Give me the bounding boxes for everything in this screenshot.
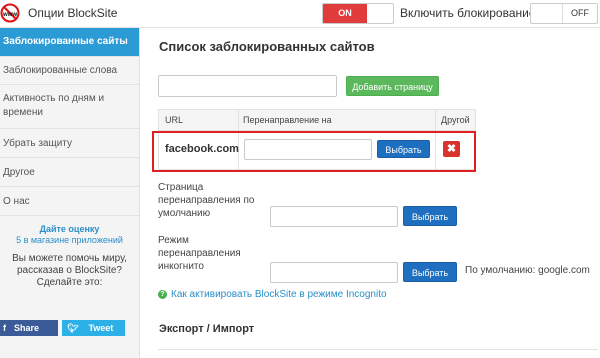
tweet-button-label: Tweet [88, 323, 114, 333]
sidebar-item-blocked-words[interactable]: Заблокированные слова [0, 57, 139, 85]
column-header-other: Другой [441, 115, 470, 125]
table-header: URL Перенаправление на Другой [159, 110, 475, 131]
facebook-icon: f [3, 323, 6, 333]
help-icon: ? [158, 289, 167, 299]
sidebar-item-about[interactable]: О нас [0, 187, 139, 216]
help-promo-text: Вы можете помочь миру, рассказав о Block… [12, 253, 127, 288]
top-bar: www Опции BlockSite ON Включить блокиров… [0, 0, 600, 28]
toggle-on-label: ON [323, 4, 367, 23]
svg-text:www: www [2, 12, 17, 18]
default-redirect-input[interactable] [270, 206, 398, 227]
app-title: Опции BlockSite [28, 6, 118, 20]
incognito-redirect-label: Режим перенаправления инкогнито [158, 235, 241, 272]
column-header-redirect: Перенаправление на [243, 115, 332, 125]
incognito-default-hint: По умолчанию: google.com [465, 265, 590, 276]
default-redirect-choose-button[interactable]: Выбрать [403, 206, 457, 226]
highlight-frame [152, 131, 476, 172]
add-site-input[interactable] [158, 75, 337, 97]
sidebar: Заблокированные сайты Заблокированные сл… [0, 28, 140, 358]
twitter-icon: 🐦︎ [67, 323, 79, 333]
share-button-label: Share [14, 323, 40, 333]
sidebar-item-other[interactable]: Другое [0, 158, 139, 187]
incognito-help-link[interactable]: ? Как активировать BlockSite в режиме Inc… [158, 289, 387, 300]
blocksite-logo-icon: www [0, 3, 20, 23]
rate-link-line1: Дайте оценку [39, 224, 100, 234]
rate-link-line2: 5 в магазине приложений [16, 235, 123, 245]
sidebar-item-remove-protection[interactable]: Убрать защиту [0, 129, 139, 158]
incognito-help-link-text: Как активировать BlockSite в режиме Inco… [171, 289, 387, 300]
column-header-url: URL [165, 115, 184, 125]
toggle-off-label: OFF [562, 4, 597, 23]
incognito-choose-button[interactable]: Выбрать [403, 262, 457, 282]
default-redirect-label: Страница перенаправления по умолчанию [158, 182, 255, 219]
blocking-toggle-label: Включить блокирование [400, 6, 536, 20]
facebook-share-button[interactable]: f Share [0, 320, 58, 336]
blocking-toggle-switch[interactable]: ON [322, 3, 394, 24]
secondary-toggle-switch[interactable]: OFF [530, 3, 598, 24]
incognito-redirect-input[interactable] [270, 262, 398, 283]
section-divider [158, 349, 598, 350]
page-title: Список заблокированных сайтов [159, 39, 375, 54]
rate-link[interactable]: Дайте оценку 5 в магазине приложений [0, 224, 139, 245]
add-page-button[interactable]: Добавить страницу [346, 76, 439, 96]
export-import-section-title: Экспорт / Импорт [159, 323, 255, 335]
sidebar-item-blocked-sites[interactable]: Заблокированные сайты [0, 28, 139, 57]
sidebar-item-activity-schedule[interactable]: Активность по дням и времени [0, 85, 139, 129]
twitter-tweet-button[interactable]: 🐦︎ Tweet [62, 320, 125, 336]
